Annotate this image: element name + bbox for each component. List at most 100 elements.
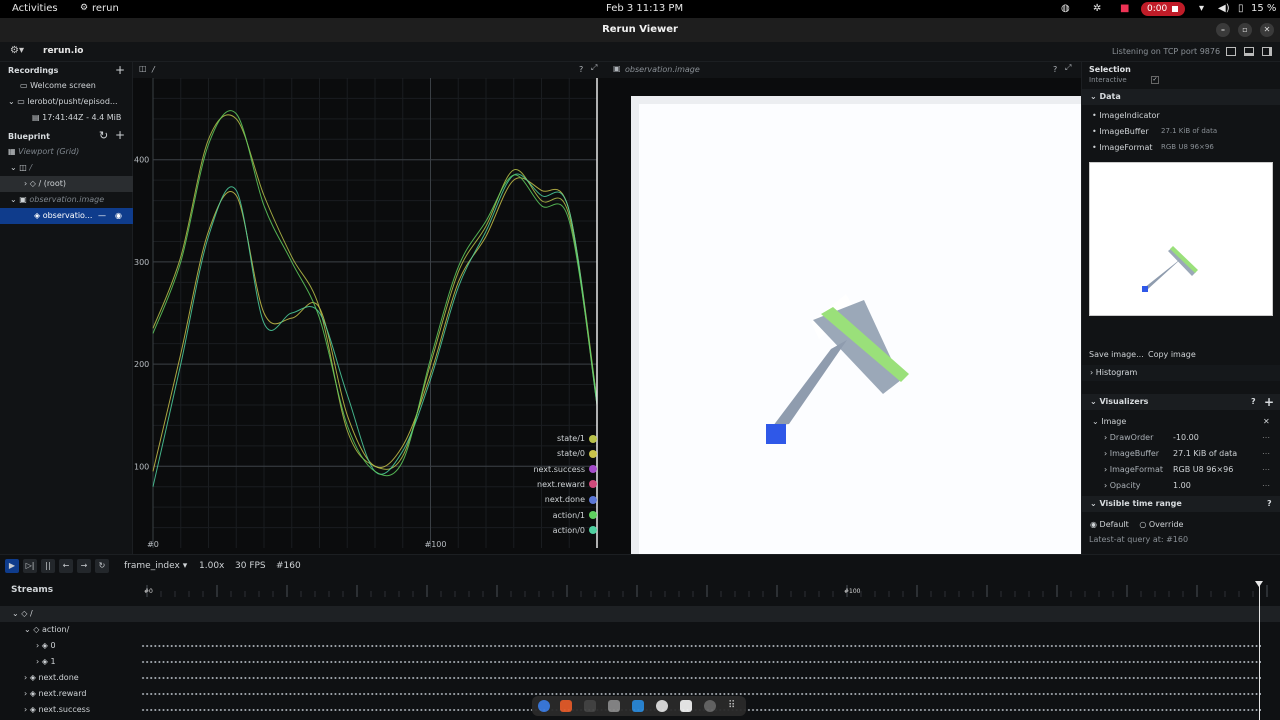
more-options-icon[interactable]: ⋯	[1262, 478, 1270, 493]
reset-blueprint-icon[interactable]: ↻	[99, 129, 108, 142]
stream-item[interactable]: › ◈ next.done	[0, 670, 126, 686]
data-component-row[interactable]: • ImageBuffer 27.1 KiB of data	[1082, 124, 1280, 139]
remove-icon[interactable]: —	[98, 208, 106, 224]
rerun-brand-link[interactable]: rerun.io	[43, 46, 83, 56]
visualizer-property-row[interactable]: › DrawOrder -10.00 ⋯	[1082, 430, 1280, 445]
property-value[interactable]: -10.00	[1173, 430, 1199, 445]
stream-item[interactable]: › ◈ next.success	[0, 702, 126, 718]
help-icon[interactable]: ?	[579, 65, 583, 74]
timeline-selector[interactable]: frame_index ▾	[124, 561, 187, 571]
visualizers-section-header[interactable]: ⌄ Visualizers ? +	[1082, 394, 1280, 410]
copy-image-button[interactable]: Copy image	[1148, 350, 1196, 359]
play-button[interactable]: ▶	[5, 559, 19, 573]
image-view-item[interactable]: ⌄ ▣ observation.image	[0, 192, 133, 208]
override-radio[interactable]: ○	[1139, 520, 1146, 529]
maximize-view-icon[interactable]: ⤢	[591, 63, 597, 73]
toggle-right-panel-icon[interactable]	[1262, 47, 1272, 56]
close-button[interactable]: ✕	[1260, 23, 1274, 37]
more-options-icon[interactable]: ⋯	[1262, 446, 1270, 461]
pause-button[interactable]: ||	[41, 559, 55, 573]
legend-item[interactable]: next.done	[545, 495, 597, 504]
stream-item[interactable]: ⌄ ◇ /	[0, 606, 126, 622]
time-cursor-handle[interactable]	[1255, 581, 1263, 587]
step-back-button[interactable]: ←	[59, 559, 73, 573]
visualizer-image-row[interactable]: ⌄ Image ✕	[1082, 414, 1280, 429]
legend-item[interactable]: state/0	[557, 449, 597, 458]
plot-view-tab[interactable]: ◫ / ? ⤢	[133, 62, 607, 78]
rerun-app-icon[interactable]	[704, 700, 716, 712]
time-ruler[interactable]: #0 #100	[141, 583, 1271, 603]
battery-label[interactable]: 15 %	[1251, 3, 1276, 14]
observation-image[interactable]	[631, 96, 1081, 554]
battery-icon[interactable]: ▯	[1238, 3, 1244, 14]
welcome-screen-item[interactable]: ▭ Welcome screen	[0, 78, 133, 94]
image-entity-item[interactable]: ◈ observatio... — ◉	[0, 208, 133, 224]
terminal-icon[interactable]	[584, 700, 596, 712]
histogram-section-header[interactable]: › Histogram	[1082, 365, 1280, 381]
volume-icon[interactable]: ◀)	[1218, 3, 1230, 14]
image-view[interactable]: ▣ observation.image ? ⤢	[607, 62, 1081, 554]
time-cursor[interactable]	[1259, 583, 1260, 720]
stream-item[interactable]: › ◈ next.reward	[0, 686, 126, 702]
toggle-left-panel-icon[interactable]	[1226, 47, 1236, 56]
playback-speed[interactable]: 1.00x	[199, 561, 224, 571]
add-view-icon[interactable]: +	[115, 128, 125, 142]
minimize-button[interactable]: –	[1216, 23, 1230, 37]
default-radio[interactable]: ◉	[1090, 520, 1097, 529]
stream-events[interactable]	[141, 693, 1261, 695]
plot-canvas[interactable]: 400 300 200 100 #0 #100	[133, 78, 607, 554]
plot-root-item[interactable]: › ◇ / (root)	[0, 176, 133, 192]
app-menu-icon[interactable]: ⚙	[80, 3, 88, 13]
legend-item[interactable]: action/1	[553, 511, 597, 520]
stream-item[interactable]: › ◈ 1	[0, 654, 126, 670]
recording-app-item[interactable]: ⌄ ▭ lerobot/pusht/episod...	[0, 94, 133, 110]
time-series-view[interactable]: ◫ / ? ⤢ 400 300 200 100 #0 #100 state/1 state/…	[133, 62, 607, 554]
rerun-menu-icon[interactable]: ⚙▾	[10, 45, 24, 56]
image-view-tab[interactable]: ▣ observation.image ? ⤢	[607, 62, 1081, 78]
stream-events[interactable]	[141, 645, 1261, 647]
data-component-row[interactable]: • ImageFormat RGB U8 96×96	[1082, 140, 1280, 155]
toggle-bottom-panel-icon[interactable]	[1244, 47, 1254, 56]
accessibility-icon[interactable]: ◍	[1061, 3, 1070, 14]
settings-icon[interactable]	[656, 700, 668, 712]
screen-record-icon[interactable]: ■	[1120, 3, 1129, 14]
help-icon[interactable]: ?	[1267, 496, 1272, 512]
extension-icon[interactable]: ✲	[1093, 3, 1101, 14]
brave-icon[interactable]	[560, 700, 572, 712]
files-icon[interactable]	[608, 700, 620, 712]
help-icon[interactable]: ?	[1053, 65, 1057, 74]
legend-item[interactable]: next.reward	[537, 480, 597, 489]
add-visualizer-icon[interactable]: +	[1264, 394, 1274, 410]
legend-item[interactable]: state/1	[557, 434, 597, 443]
legend-item[interactable]: action/0	[553, 526, 597, 535]
image-preview[interactable]	[1089, 162, 1273, 316]
maximize-button[interactable]: ▫	[1238, 23, 1252, 37]
add-recording-icon[interactable]: +	[115, 63, 125, 77]
recording-timer[interactable]: 0:00	[1141, 2, 1185, 16]
step-forward-button[interactable]: ▷|	[23, 559, 37, 573]
stream-events[interactable]	[141, 661, 1261, 663]
property-value[interactable]: 1.00	[1173, 478, 1191, 493]
app-grid-icon[interactable]: ⠿	[728, 700, 740, 712]
data-section-header[interactable]: ⌄ Data	[1082, 89, 1280, 105]
recording-item[interactable]: ▤ 17:41:44Z - 4.4 MiB	[0, 110, 133, 126]
step-forward-arrow-button[interactable]: →	[77, 559, 91, 573]
clock[interactable]: Feb 3 11:13 PM	[606, 3, 683, 14]
help-icon[interactable]: ?	[1251, 394, 1256, 410]
data-component-row[interactable]: • ImageIndicator	[1082, 108, 1280, 123]
visualizer-property-row[interactable]: › Opacity 1.00 ⋯	[1082, 478, 1280, 493]
app-menu-label[interactable]: rerun	[92, 3, 119, 14]
viewport-item[interactable]: ▦ Viewport (Grid)	[0, 144, 133, 160]
visualizer-property-row[interactable]: › ImageBuffer 27.1 KiB of data ⋯	[1082, 446, 1280, 461]
stream-events[interactable]	[141, 677, 1261, 679]
stream-item[interactable]: ⌄ ◇ action/	[0, 622, 126, 638]
property-value[interactable]: RGB U8 96×96	[1173, 462, 1233, 477]
vscode-icon[interactable]	[632, 700, 644, 712]
interactive-checkbox[interactable]: ✓	[1151, 76, 1159, 84]
fps-setting[interactable]: 30 FPS	[235, 561, 266, 571]
visibility-eye-icon[interactable]: ◉	[115, 208, 122, 224]
maximize-view-icon[interactable]: ⤢	[1065, 63, 1071, 73]
text-editor-icon[interactable]	[680, 700, 692, 712]
remove-visualizer-icon[interactable]: ✕	[1263, 414, 1270, 429]
visualizer-property-row[interactable]: › ImageFormat RGB U8 96×96 ⋯	[1082, 462, 1280, 477]
